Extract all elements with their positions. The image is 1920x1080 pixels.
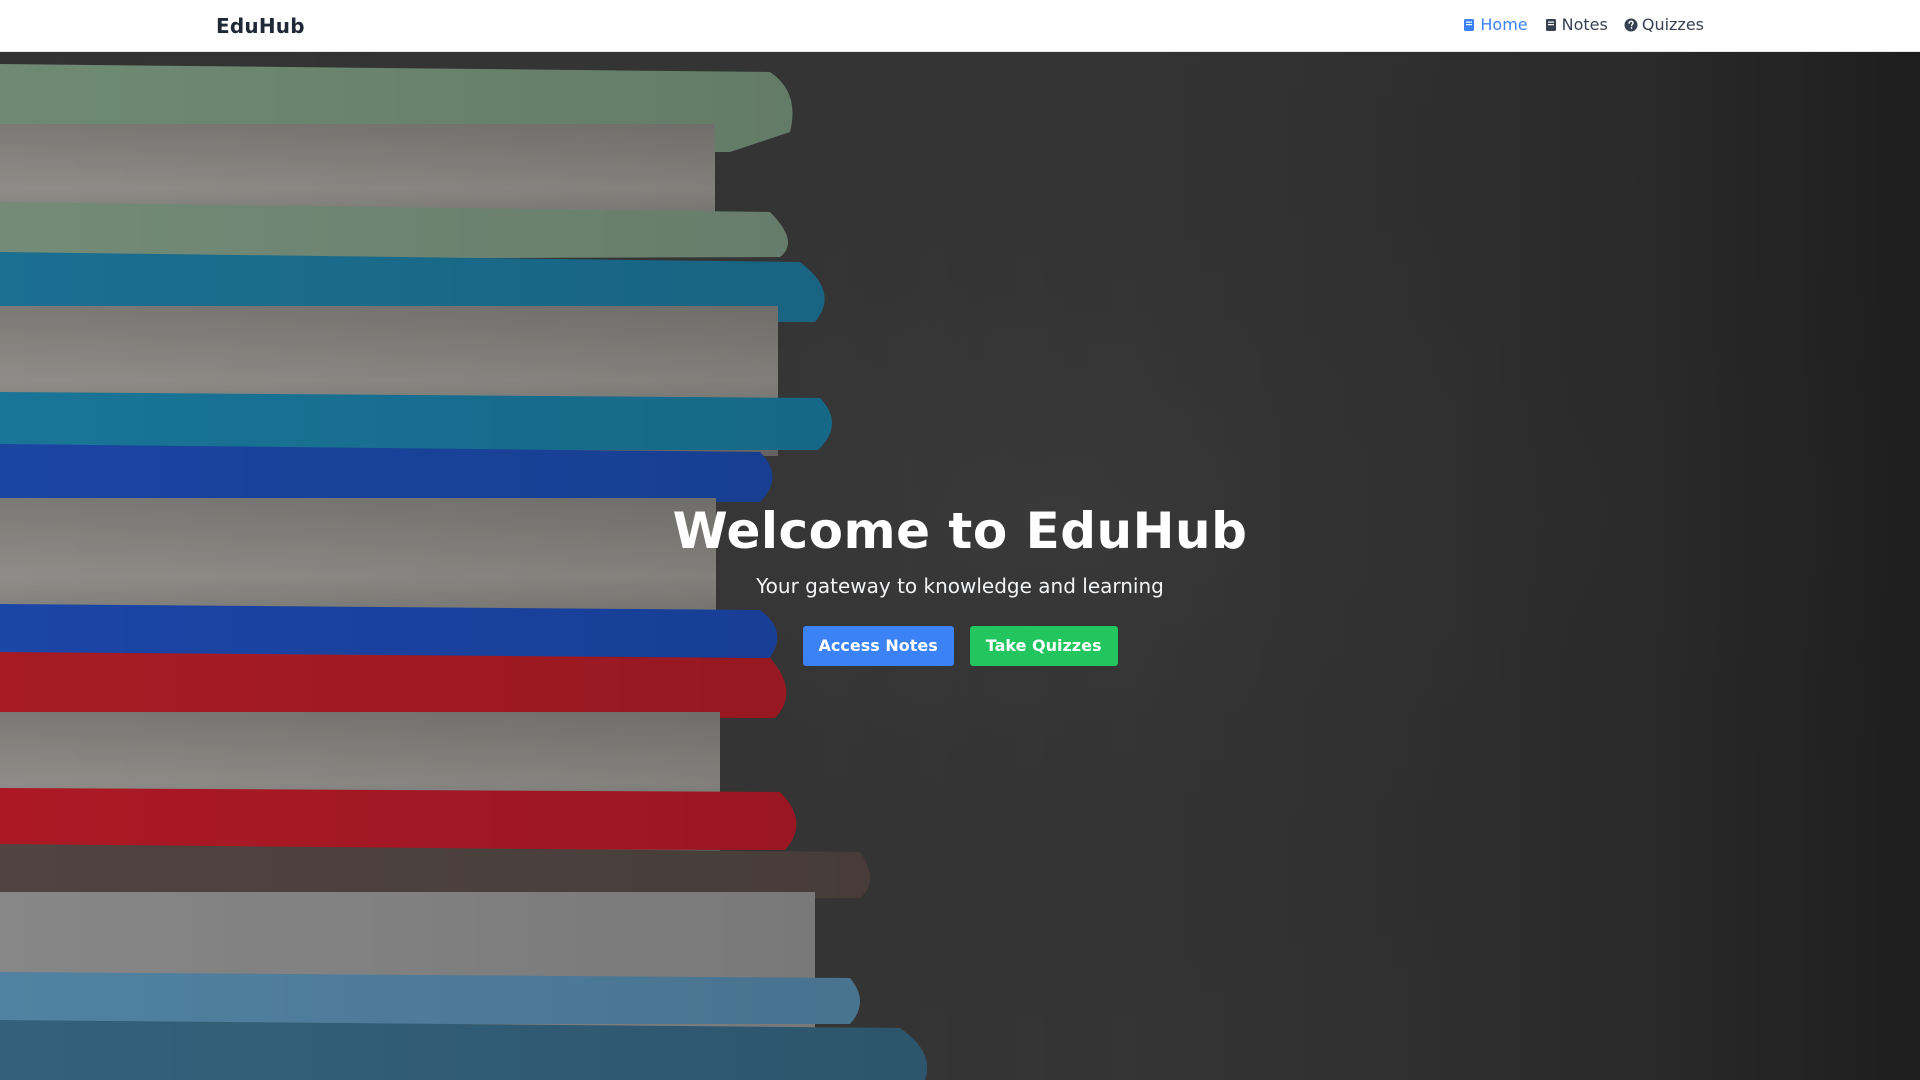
nav-link-quizzes-label: Quizzes (1641, 15, 1704, 34)
nav-link-notes[interactable]: Notes (1544, 15, 1608, 34)
access-notes-button[interactable]: Access Notes (802, 626, 954, 666)
brand-logo[interactable]: EduHub (216, 14, 305, 38)
question-circle-icon (1624, 18, 1638, 32)
hero-content: Welcome to EduHub Your gateway to knowle… (0, 500, 1920, 666)
nav-link-quizzes[interactable]: Quizzes (1624, 15, 1704, 34)
hero-subtitle: Your gateway to knowledge and learning (756, 574, 1164, 598)
nav-link-home-label: Home (1480, 15, 1528, 34)
nav-link-home[interactable]: Home (1462, 15, 1528, 34)
nav-link-notes-label: Notes (1561, 15, 1608, 34)
hero-buttons: Access Notes Take Quizzes (0, 626, 1920, 666)
hero-title: Welcome to EduHub (672, 502, 1248, 560)
hero-section: Welcome to EduHub Your gateway to knowle… (0, 52, 1920, 1080)
take-quizzes-button[interactable]: Take Quizzes (969, 626, 1118, 666)
navbar: EduHub Home Notes Quizzes (0, 0, 1920, 52)
notebook-icon (1544, 18, 1558, 32)
book-icon (1462, 18, 1476, 32)
nav-links: Home Notes Quizzes (1462, 15, 1704, 34)
